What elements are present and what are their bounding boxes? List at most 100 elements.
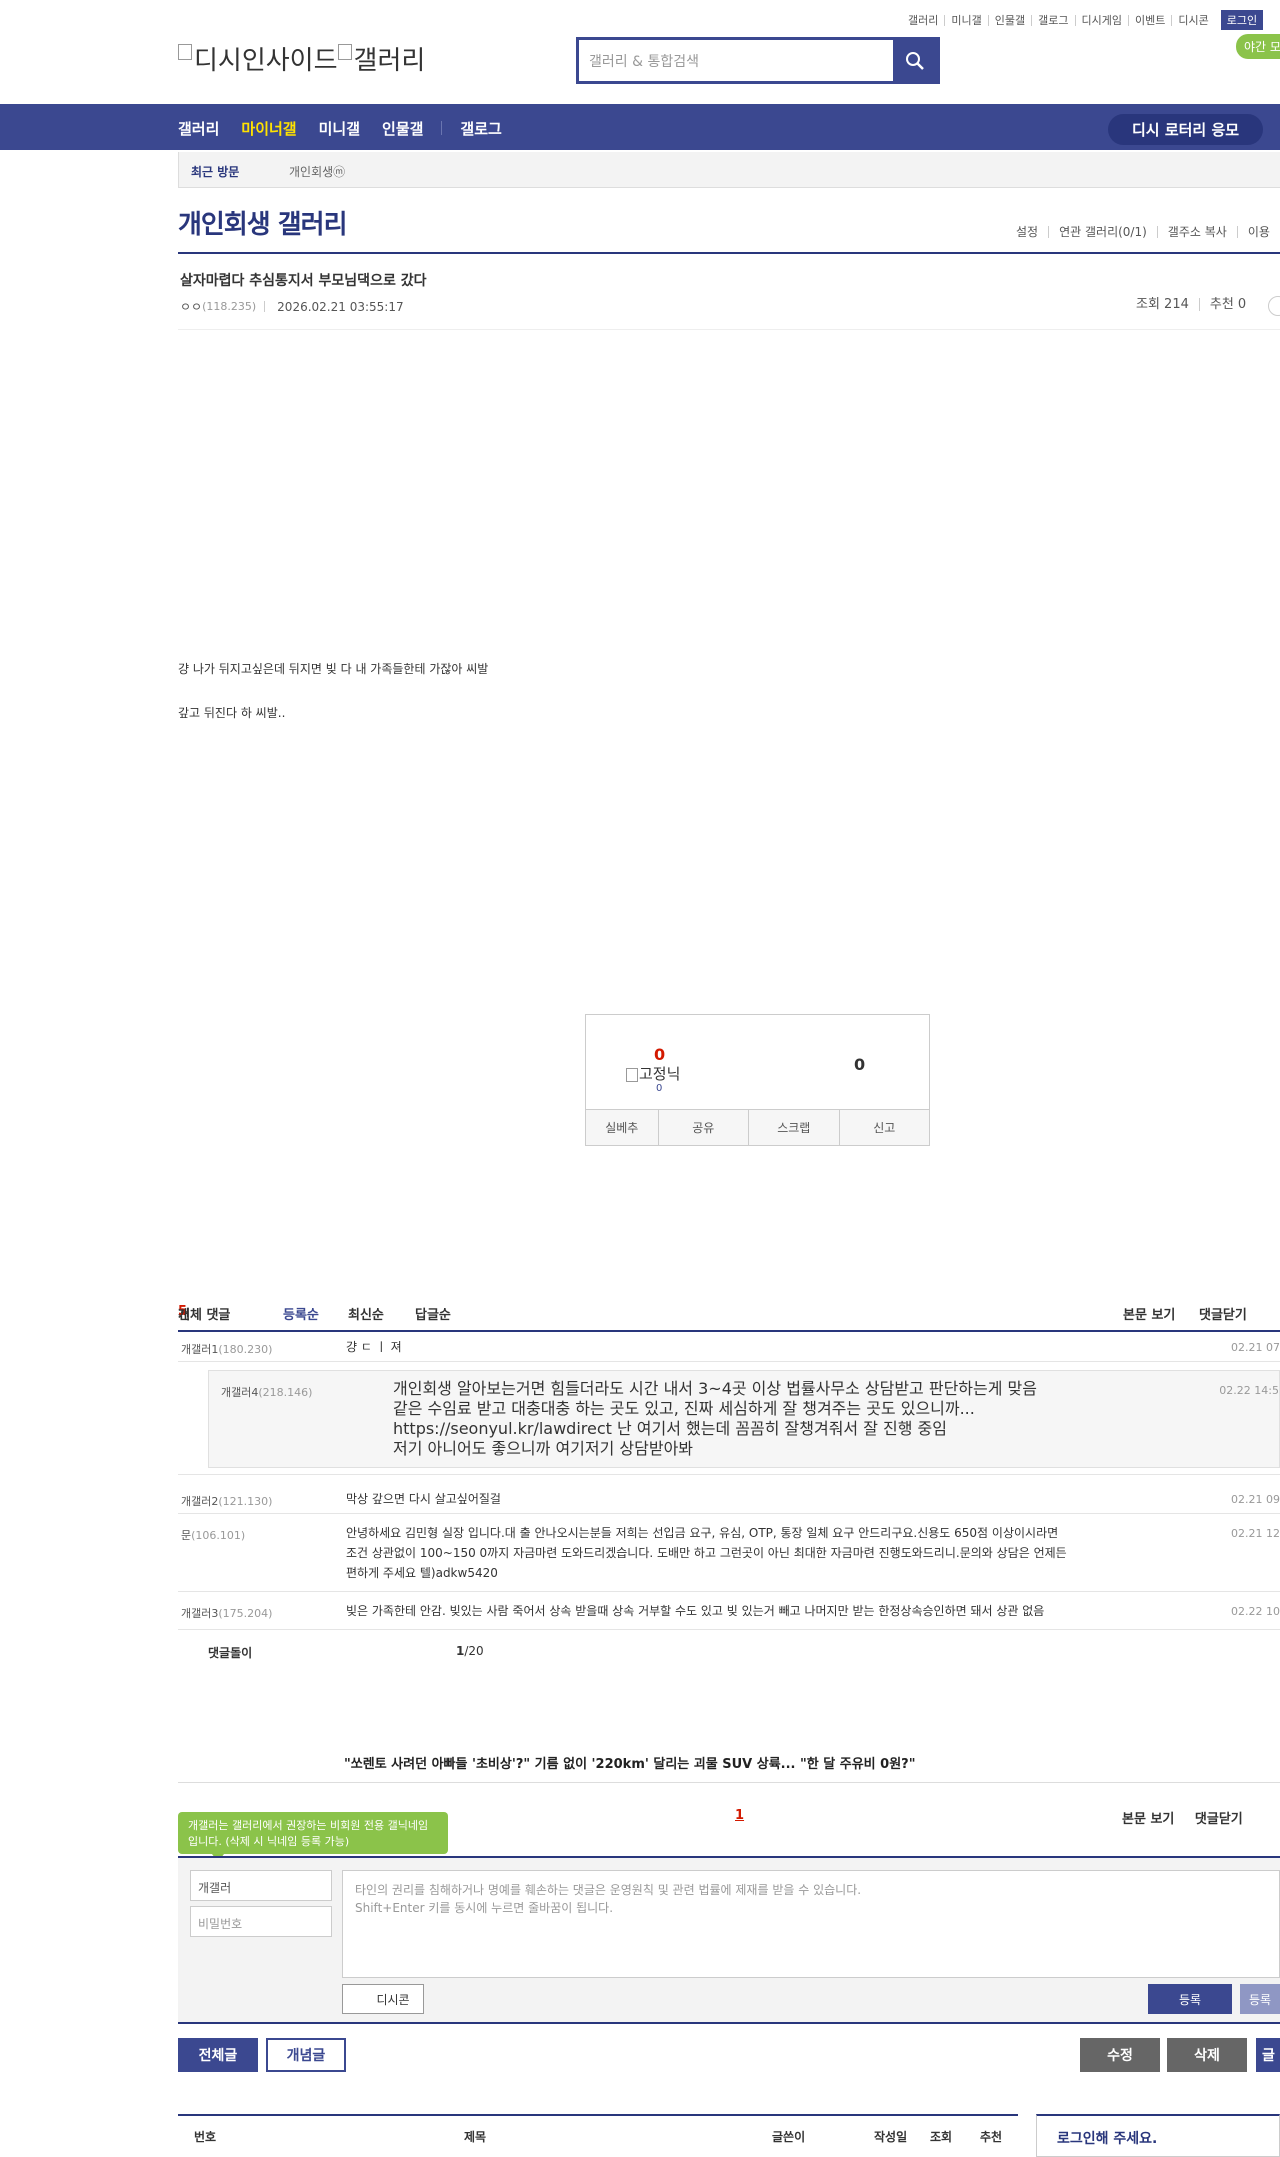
nav-minorgall[interactable]: 마이너갤 <box>241 118 296 139</box>
delete-button[interactable]: 삭제 <box>1167 2038 1247 2072</box>
nav-persongall[interactable]: 인물갤 <box>382 118 423 139</box>
recent-visit-gallery[interactable]: 개인회생ⓜ <box>289 163 345 180</box>
comment-textarea[interactable]: 타인의 권리를 침해하거나 명예를 훼손하는 댓글은 운영원칙 및 관련 법률에… <box>342 1870 1280 1978</box>
recommend-down-count: 0 <box>854 1055 866 1074</box>
comment-actions-bottom: 본문 보기 댓글닫기 <box>1122 1808 1243 1827</box>
sort-registered[interactable]: 등록순 <box>283 1304 319 1323</box>
util-gallog-link[interactable]: 갤로그 <box>1031 14 1074 26</box>
close-comments-button[interactable]: 댓글닫기 <box>1199 1304 1247 1323</box>
gallery-title[interactable]: 개인회생 갤러리 <box>178 204 347 241</box>
view-body-button[interactable]: 본문 보기 <box>1123 1304 1175 1323</box>
share-button[interactable]: 공유 <box>657 1110 748 1145</box>
silbechu-button[interactable]: 실베추 <box>586 1110 658 1145</box>
post-author-nick[interactable]: ㅇㅇ <box>180 298 202 315</box>
nav-minigall[interactable]: 미니갤 <box>319 118 360 139</box>
post-author-info: ㅇㅇ (118.235) 2026.02.21 03:55:17 <box>180 298 404 315</box>
broken-image-icon <box>178 44 192 60</box>
nickname-field[interactable]: 개갤러 <box>190 1870 332 1901</box>
fixed-nick-recommend-button[interactable]: 고정닉 <box>626 1063 680 1084</box>
sort-latest[interactable]: 최신순 <box>348 1304 384 1323</box>
comment-row: 문(106.101) 안녕하세요 김민형 실장 입니다.대 출 안나오시는분들 … <box>178 1518 1280 1592</box>
recommend-box: 0 고정닉 0 0 실베추 공유 스크랩 신고 <box>585 1014 930 1146</box>
view-body-button[interactable]: 본문 보기 <box>1122 1812 1174 1827</box>
post-body-line: 걍 나가 뒤지고싶은데 뒤지면 빚 다 내 가족들한테 가잖아 씨발 <box>178 662 489 676</box>
col-views: 조회 <box>930 2130 953 2144</box>
comment-nick[interactable]: 개갤러1(180.230) <box>181 1341 272 1357</box>
site-logo[interactable]: 디시인사이드 갤러리 <box>178 40 425 77</box>
gallery-options: 설정 연관 갤러리(0/1) 갤주소 복사 이용 <box>1006 226 1280 238</box>
util-minigall-link[interactable]: 미니갤 <box>944 14 987 26</box>
reply-text: 개인회생 알아보는거면 힘들더라도 시간 내서 3~4곳 이상 법률사무소 상담… <box>393 1379 1037 1458</box>
post-date: 2026.02.21 03:55:17 <box>277 299 404 314</box>
comment-nick[interactable]: 개갤러3(175.204) <box>181 1605 272 1621</box>
col-title: 제목 <box>464 2130 487 2144</box>
post-title: 살자마렵다 추심통지서 부모님댁으로 갔다 <box>180 273 427 289</box>
utility-nav: 갤러리 미니갤 인물갤 갤로그 디시게임 이벤트 디시콘 로그인 <box>902 10 1264 30</box>
login-prompt[interactable]: 로그인해 주세요. <box>1057 2128 1157 2148</box>
comment-bot-page[interactable]: 1/20 <box>456 1644 484 1658</box>
util-dccon-link[interactable]: 디시콘 <box>1171 14 1214 26</box>
search-button[interactable] <box>893 40 937 81</box>
comment-row: 개갤러3(175.204) 빚은 가족한테 안감. 빚있는 사람 죽어서 상속 … <box>178 1596 1280 1630</box>
post-author-ip: (118.235) <box>202 300 257 313</box>
sort-replies[interactable]: 답글순 <box>415 1304 451 1323</box>
reply-box: 개갤러4(218.146) 개인회생 알아보는거면 힘들더라도 시간 내서 3~… <box>208 1370 1280 1468</box>
fixed-nick-alt: 고정닉 <box>639 1065 681 1083</box>
comment-row: 개갤러2(121.130) 막상 갚으면 다시 살고싶어질걸 02.21 09 <box>178 1484 1280 1514</box>
comment-nick[interactable]: 문(106.101) <box>181 1527 245 1543</box>
broken-image-icon <box>626 1067 638 1082</box>
search-icon <box>906 51 924 70</box>
post-stats: 조회 214 추천 0 <box>1126 298 1256 311</box>
concept-posts-button[interactable]: 개념글 <box>266 2038 346 2072</box>
comment-page-current[interactable]: 1 <box>735 1808 744 1823</box>
col-author: 글쓴이 <box>772 2130 806 2144</box>
comment-date: 02.21 12 <box>1231 1527 1280 1540</box>
recommend-up-count: 0 <box>654 1045 666 1064</box>
divider <box>178 1782 1280 1783</box>
col-recommends: 추천 <box>980 2130 1003 2144</box>
login-button[interactable]: 로그인 <box>1220 10 1264 30</box>
reply-nick[interactable]: 개갤러4(218.146) <box>221 1384 312 1400</box>
divider <box>264 301 266 312</box>
col-number: 번호 <box>194 2130 217 2144</box>
post-header-divider <box>178 329 1280 330</box>
util-event-link[interactable]: 이벤트 <box>1127 14 1171 26</box>
lottery-button[interactable]: 디시 로터리 응모 <box>1108 114 1264 145</box>
all-posts-button[interactable]: 전체글 <box>178 2038 258 2072</box>
nav-gallog[interactable]: 갤로그 <box>460 118 501 139</box>
dccon-button[interactable]: 디시콘 <box>342 1984 424 2014</box>
util-dcgame-link[interactable]: 디시게임 <box>1074 14 1128 26</box>
login-box: 로그인해 주세요. <box>1036 2114 1280 2157</box>
nav-gallery[interactable]: 갤러리 <box>178 118 219 139</box>
news-link[interactable]: "쏘렌토 사려던 아빠들 '초비상'?" 기름 없이 '220km' 달리는 괴… <box>344 1753 915 1772</box>
post-views: 조회 214 <box>1136 297 1189 312</box>
close-comments-button[interactable]: 댓글닫기 <box>1195 1812 1243 1827</box>
recent-visit-bar: 최근 방문 개인회생ⓜ <box>178 152 1280 188</box>
night-mode-toggle[interactable]: 야간 모 <box>1236 34 1280 59</box>
logo-alt-gallery: 갤러리 <box>353 45 426 75</box>
comment-date: 02.22 10 <box>1231 1605 1280 1618</box>
comment-bot-label: 댓글돌이 <box>208 1646 253 1660</box>
search-input[interactable]: 갤러리 & 통합검색 <box>579 40 893 81</box>
related-gallery-link[interactable]: 연관 갤러리(0/1) <box>1048 226 1157 238</box>
report-button[interactable]: 신고 <box>838 1110 929 1145</box>
recent-visit-label[interactable]: 최근 방문 <box>191 163 239 180</box>
usage-link[interactable]: 이용 <box>1236 226 1280 238</box>
util-gallery-link[interactable]: 갤러리 <box>902 15 944 26</box>
submit-comment-button[interactable]: 등록 <box>1148 1984 1232 2014</box>
util-persongall-link[interactable]: 인물갤 <box>987 14 1031 26</box>
password-field[interactable]: 비밀번호 <box>190 1906 332 1937</box>
scrap-button[interactable]: 스크랩 <box>748 1110 838 1145</box>
comment-date: 02.21 07 <box>1231 1341 1280 1354</box>
comment-nick[interactable]: 개갤러2(121.130) <box>181 1493 272 1509</box>
gallery-settings-link[interactable]: 설정 <box>1006 226 1048 238</box>
edit-button[interactable]: 수정 <box>1080 2038 1160 2072</box>
logo-alt-dcinside: 디시인사이드 <box>194 45 338 75</box>
copy-gallery-url-link[interactable]: 갤주소 복사 <box>1156 226 1237 238</box>
write-button[interactable]: 글 <box>1256 2038 1280 2072</box>
comment-write-box: 개갤러 비밀번호 타인의 권리를 침해하거나 명예를 훼손하는 댓글은 운영원칙… <box>178 1856 1280 2024</box>
submit-recommend-button[interactable]: 등록 <box>1240 1984 1280 2014</box>
reply-date: 02.22 14:5 <box>1219 1384 1279 1397</box>
nav-divider <box>441 121 443 135</box>
post-more-icon[interactable] <box>1268 296 1280 316</box>
